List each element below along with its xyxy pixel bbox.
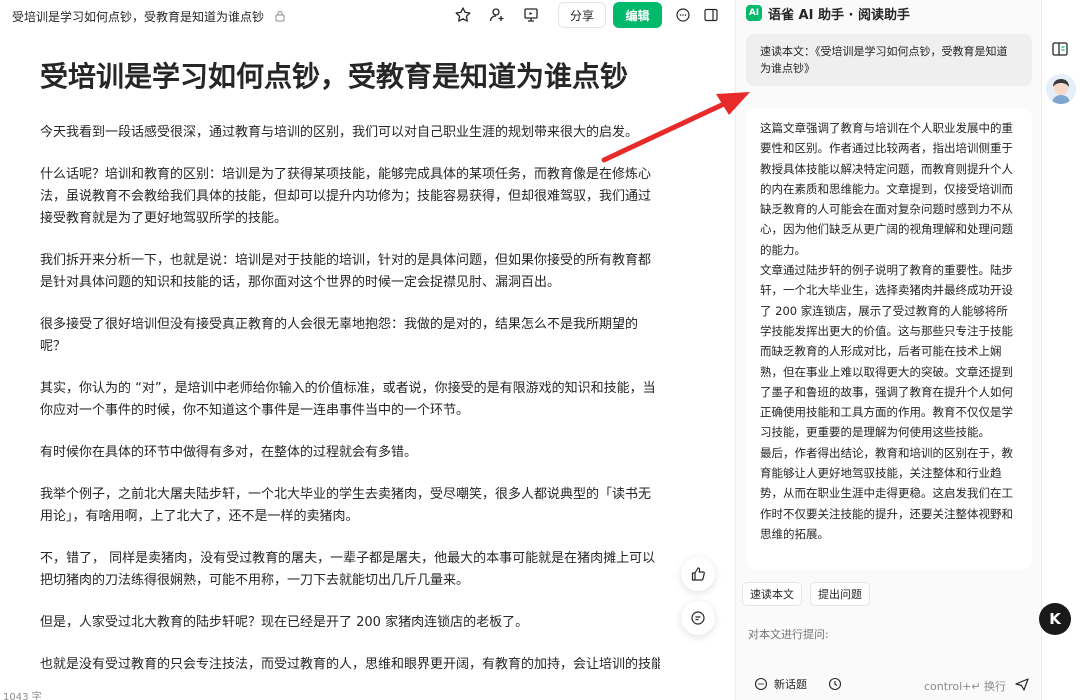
doc-paragraph: 我们拆开来分析一下，也就是说：培训是对于技能的培训，针对的是具体问题，但如果你接… [40, 253, 652, 290]
sidebar-toggle-icon [704, 8, 718, 22]
avatar[interactable] [1046, 74, 1076, 104]
doc-paragraph: 很多接受了很好培训但没有接受真正教育的人会很无辜地抱怨：我做的是对的，结果怎么不… [40, 317, 639, 354]
ask-question-chip[interactable]: 提出问题 [810, 582, 870, 606]
header-doc-title-text: 受培训是学习如何点钞，受教育是知道为谁点钞 [12, 10, 265, 24]
reply-paragraph: 文章通过陆步轩的例子说明了教育的重要性。陆步轩，一个北大毕业生，选择卖猪肉并最终… [760, 263, 1013, 440]
ask-input[interactable] [748, 628, 1028, 641]
like-button[interactable] [681, 557, 715, 591]
star-button[interactable] [452, 4, 474, 26]
present-icon [524, 8, 538, 22]
document-title: 受培训是学习如何点钞，受教育是知道为谁点钞 [40, 60, 629, 93]
panel-header: AI 语雀 AI 助手 · 阅读助手 [746, 4, 910, 23]
document-body: 受培训是学习如何点钞，受教育是知道为谁点钞 今天我看到一段话感受很深，通过教育与… [40, 56, 660, 696]
doc-paragraph: 今天我看到一段话感受很深，通过教育与培训的区别，我们可以对自己职业生涯的规划带来… [40, 125, 639, 140]
add-user-icon [489, 8, 504, 22]
share-button[interactable]: 分享 [558, 2, 606, 28]
doc-paragraph: 也就是没有受过教育的只会专注技法，而受过教育的人，思维和眼界更开阔，有教育的加持… [40, 657, 660, 672]
doc-paragraph: 不，错了， 同样是卖猪肉，没有受过教育的屠夫，一辈子都是屠夫，他最大的本事可能就… [40, 551, 656, 588]
word-count: 1043 字 [3, 692, 42, 700]
panel-title: 语雀 AI 助手 · 阅读助手 [768, 7, 910, 23]
reply-paragraph: 这篇文章强调了教育与培训在个人职业发展中的重要性和区别。作者通过比较两者，指出培… [760, 121, 1013, 257]
send-icon[interactable] [1014, 676, 1030, 692]
chat-icon [754, 677, 768, 691]
sidebar-toggle-button[interactable] [700, 4, 722, 26]
comments-button[interactable] [672, 4, 694, 26]
speed-read-chip[interactable]: 速读本文 [742, 582, 802, 606]
lock-icon [275, 11, 285, 22]
chat-icon [691, 611, 705, 625]
doc-paragraph: 但是，人家受过北大教育的陆步轩呢？现在已经是开了 200 家猪肉连锁店的老板了。 [40, 615, 529, 630]
star-icon [455, 7, 471, 22]
k-assistant-button[interactable]: K [1039, 603, 1071, 635]
new-topic-label: 新话题 [774, 678, 807, 691]
top-bar: 受培训是学习如何点钞，受教育是知道为谁点钞 分享 编辑 [0, 0, 735, 32]
ai-reply: 这篇文章强调了教育与培训在个人职业发展中的重要性和区别。作者通过比较两者，指出培… [746, 108, 1032, 570]
header-doc-title: 受培训是学习如何点钞，受教育是知道为谁点钞 [12, 8, 286, 25]
present-button[interactable] [520, 4, 542, 26]
avatar-icon [1046, 74, 1076, 104]
doc-paragraph: 其实，你认为的 “对”，是培训中老师给你输入的价值标准，或者说，你接受的是有限游… [40, 381, 656, 418]
like-icon [691, 567, 705, 581]
add-collaborator-button[interactable] [486, 4, 508, 26]
ai-assistant-panel: AI 语雀 AI 助手 · 阅读助手 速读本文：《受培训是学习如何点钞，受教育是… [735, 0, 1041, 700]
user-message: 速读本文：《受培训是学习如何点钞，受教育是知道为谁点钞》 [746, 34, 1032, 86]
doc-comment-button[interactable] [681, 601, 715, 635]
panel-icon[interactable] [1051, 40, 1069, 58]
new-topic-button[interactable]: 新话题 [754, 676, 807, 692]
ai-logo: AI [746, 5, 762, 21]
reply-paragraph: 最后，作者得出结论，教育和培训的区别在于，教育能够让人更好地驾驭技能，关注整体和… [760, 445, 1013, 541]
doc-paragraph: 有时候你在具体的环节中做得有多对，在整体的过程就会有多错。 [40, 445, 418, 460]
quick-actions: 速读本文 提出问题 [742, 582, 870, 606]
right-toolbar [1041, 0, 1080, 700]
comment-icon [676, 8, 690, 22]
top-right-icons [672, 4, 722, 26]
app-window: 受培训是学习如何点钞，受教育是知道为谁点钞 分享 编辑 受培训是学习如何点钞，受… [0, 0, 1080, 700]
history-icon[interactable] [828, 677, 842, 691]
top-action-icons [452, 4, 542, 26]
doc-paragraph: 什么话呢？培训和教育的区别：培训是为了获得某项技能，能够完成具体的某项任务，而教… [40, 167, 652, 226]
doc-paragraph: 我举个例子，之前北大屠夫陆步轩，一个北大毕业的学生去卖猪肉，受尽嘲笑，很多人都说… [40, 487, 652, 524]
edit-button[interactable]: 编辑 [613, 2, 662, 28]
send-hint: control+↵ 换行 [924, 680, 1007, 693]
